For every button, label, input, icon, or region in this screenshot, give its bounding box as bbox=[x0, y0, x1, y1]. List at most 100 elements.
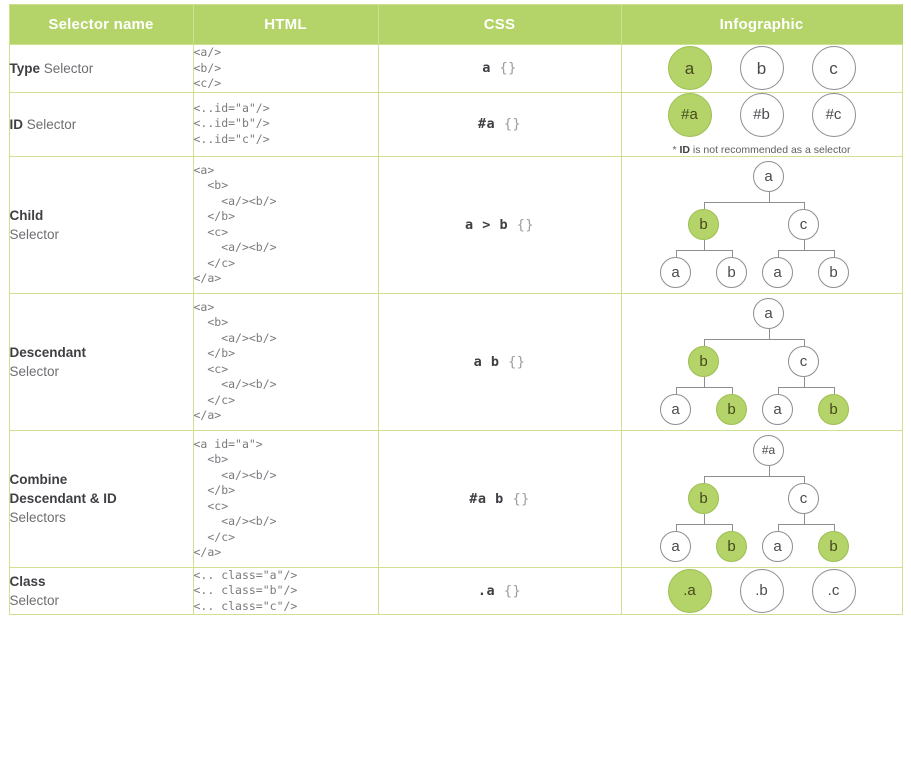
infographic-cell: abcabab bbox=[620, 155, 903, 294]
tree-node: a bbox=[660, 393, 691, 425]
css-rule-cell: .a {} bbox=[377, 566, 622, 615]
tree-node: a bbox=[762, 393, 793, 425]
css-selector-text: #a bbox=[477, 116, 496, 132]
html-snippet-cell: <.. class="a"/> <.. class="b"/> <.. clas… bbox=[192, 566, 379, 615]
selector-name-rest: Selectors bbox=[9, 510, 66, 525]
css-selector-text: .a bbox=[477, 582, 496, 599]
tree-node: c bbox=[788, 345, 819, 377]
tree-node: b bbox=[716, 256, 747, 288]
tree-node: a bbox=[660, 530, 691, 562]
selector-name-rest: Selector bbox=[9, 226, 60, 242]
selector-node: #b bbox=[739, 92, 784, 137]
selector-name-strong: Type bbox=[9, 60, 41, 76]
selector-name-strong: Combine bbox=[9, 472, 68, 487]
column-header-css: CSS bbox=[377, 4, 622, 45]
column-header-html: HTML bbox=[192, 4, 379, 45]
selectors-table: Selector name HTML CSS Infographic Type … bbox=[8, 4, 903, 615]
selector-node: .a bbox=[667, 568, 712, 613]
column-header-infographic: Infographic bbox=[620, 4, 903, 45]
infographic-cell: #a #b #c * ID is not recommended as a selec… bbox=[620, 91, 903, 157]
selector-node: b bbox=[739, 46, 784, 91]
css-braces: {} bbox=[495, 582, 522, 599]
html-snippet-cell: <..id="a"/> <..id="b"/> <..id="c"/> bbox=[192, 91, 379, 157]
selector-name-strong: Descendant bbox=[9, 344, 87, 360]
infographic-cell: .a .b .c bbox=[620, 566, 903, 615]
selector-name-rest: Selector bbox=[23, 116, 77, 132]
css-selector-text: a bbox=[482, 60, 491, 77]
selector-name-cell: Type Selector bbox=[8, 44, 194, 93]
tree-node: a bbox=[762, 530, 793, 562]
tree-node: c bbox=[788, 208, 819, 240]
css-rule-cell: #a b {} bbox=[377, 429, 622, 568]
html-snippet-cell: <a/> <b/> <c/> bbox=[192, 44, 379, 93]
css-braces: {} bbox=[499, 353, 526, 370]
tree-node: a bbox=[753, 297, 784, 329]
header-row: Selector name HTML CSS Infographic bbox=[8, 4, 903, 45]
selector-tree: #a b c a b a b bbox=[622, 431, 903, 567]
selector-name-cell: Combine Descendant & ID Selectors bbox=[8, 429, 194, 568]
selector-name-cell: Descendant Selector bbox=[8, 292, 194, 431]
html-snippet-cell: <a id="a"> <b> <a/><b/> </b> <c> <a/><b/… bbox=[192, 429, 379, 568]
css-braces: {} bbox=[495, 116, 522, 132]
tree-node: b bbox=[688, 482, 719, 514]
tree-node: #a bbox=[753, 434, 784, 466]
table-row: Type Selector <a/> <b/> <c/> a {} a b c bbox=[8, 44, 903, 93]
selector-name-rest: Selector bbox=[9, 592, 60, 608]
table-row: Child Selector <a> <b> <a/><b/> </b> <c> <… bbox=[8, 155, 903, 294]
selector-name-rest: Selector bbox=[40, 60, 94, 76]
selector-node: .b bbox=[739, 568, 784, 613]
tree-node: a bbox=[762, 256, 793, 288]
selector-node: #a bbox=[667, 92, 712, 137]
tree-node: b bbox=[688, 208, 719, 240]
table-row: Descendant Selector <a> <b> <a/><b/> </b> … bbox=[8, 292, 903, 431]
id-footnote: * ID is not recommended as a selector bbox=[672, 143, 851, 156]
selector-name-strong: ID bbox=[9, 116, 24, 132]
infographic-cell: abc bbox=[620, 44, 903, 93]
table-row: Combine Descendant & ID Selectors <a id="a"… bbox=[8, 429, 903, 568]
tree-node: b bbox=[688, 345, 719, 377]
css-selectors-cheatsheet: Selector name HTML CSS Infographic Type … bbox=[0, 0, 911, 771]
selector-name-strong: Descendant & ID bbox=[9, 491, 117, 506]
tree-node: b bbox=[818, 530, 849, 562]
tree-node: c bbox=[788, 482, 819, 514]
selector-name-cell: ID Selector bbox=[8, 91, 194, 157]
css-rule-cell: a b {} bbox=[377, 292, 622, 431]
table-body: Type Selector <a/> <b/> <c/> a {} a b c ID Sel… bbox=[8, 44, 903, 615]
css-selector-text: #a b bbox=[469, 490, 504, 507]
tree-node: a bbox=[753, 160, 784, 192]
circle-group: abc bbox=[622, 46, 902, 91]
selector-name-strong: Child bbox=[9, 207, 44, 223]
tree-node: b bbox=[716, 530, 747, 562]
column-header-selector-name: Selector name bbox=[8, 4, 194, 45]
tree-node: b bbox=[716, 393, 747, 425]
css-rule-cell: #a {} bbox=[377, 91, 622, 157]
css-braces: {} bbox=[508, 216, 535, 233]
css-selector-text: a b bbox=[473, 353, 500, 370]
selector-node: c bbox=[811, 46, 856, 91]
tree-node: b bbox=[818, 393, 849, 425]
selector-name-cell: Child Selector bbox=[8, 155, 194, 294]
selector-name-cell: Class Selector bbox=[8, 566, 194, 615]
table-row: ID Selector <..id="a"/> <..id="b"/> <..id… bbox=[8, 91, 903, 157]
html-snippet-cell: <a> <b> <a/><b/> </b> <c> <a/><b/> </c> … bbox=[192, 292, 379, 431]
selector-tree: abcabab bbox=[622, 157, 903, 293]
selector-tree: abcabab bbox=[622, 294, 903, 430]
selector-node: .c bbox=[811, 568, 856, 613]
html-snippet-cell: <a> <b> <a/><b/> </b> <c> <a/><b/> </c> … bbox=[192, 155, 379, 294]
tree-node: b bbox=[818, 256, 849, 288]
tree-node: a bbox=[660, 256, 691, 288]
selector-node: a bbox=[667, 46, 712, 91]
selector-node: #c bbox=[811, 92, 856, 137]
selector-name-rest: Selector bbox=[9, 363, 60, 379]
infographic-cell: abcabab bbox=[620, 292, 903, 431]
css-braces: {} bbox=[503, 490, 530, 507]
infographic-cell: #a b c a b a b bbox=[620, 429, 903, 568]
circle-group: .a .b .c bbox=[622, 568, 902, 613]
table-row: Class Selector <.. class="a"/> <.. class="… bbox=[8, 566, 903, 615]
css-braces: {} bbox=[490, 60, 517, 77]
circle-group: #a #b #c bbox=[622, 92, 902, 137]
css-rule-cell: a > b {} bbox=[377, 155, 622, 294]
css-rule-cell: a {} bbox=[377, 44, 622, 93]
table-header: Selector name HTML CSS Infographic bbox=[8, 4, 903, 45]
selector-name-strong: Class bbox=[9, 573, 46, 589]
